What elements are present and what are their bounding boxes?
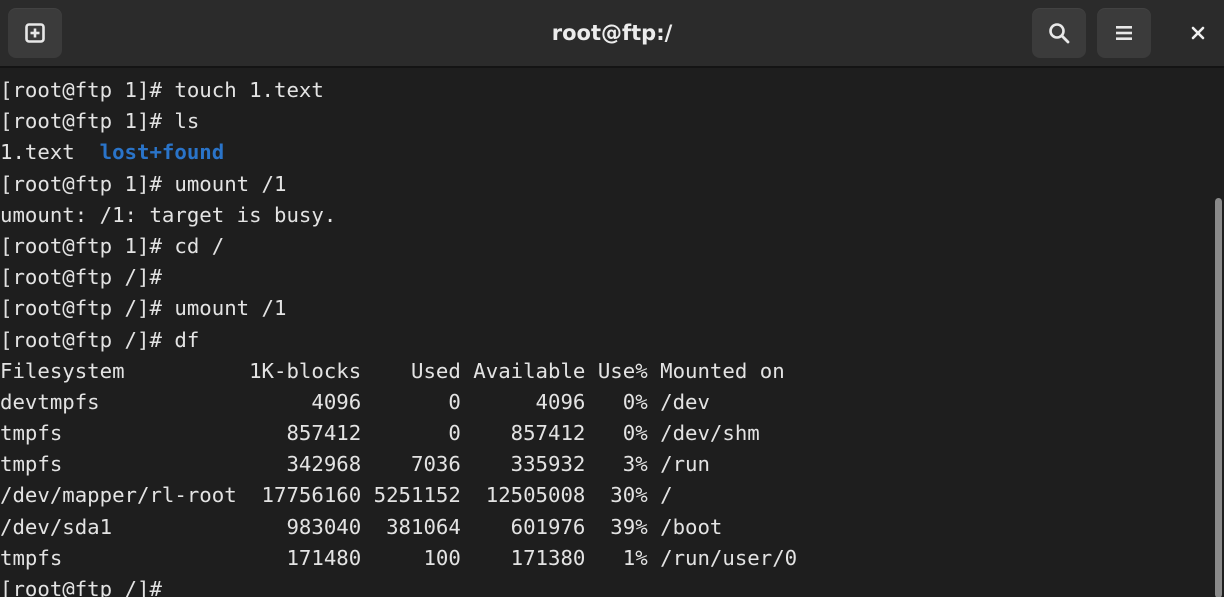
terminal-line: [root@ftp 1]# umount /1 bbox=[0, 171, 287, 196]
terminal-line: umount: /1: target is busy. bbox=[0, 202, 337, 227]
terminal-line: [root@ftp /]# df bbox=[0, 327, 200, 352]
df-row: tmpfs 857412 0 857412 0% /dev/shm bbox=[0, 421, 760, 446]
df-row: /dev/mapper/rl-root 17756160 5251152 125… bbox=[0, 483, 673, 508]
terminal-line: 1.text lost+found bbox=[0, 137, 1212, 168]
new-tab-button[interactable] bbox=[8, 8, 62, 58]
ls-file-entry: 1.text bbox=[0, 140, 100, 165]
close-button[interactable] bbox=[1176, 8, 1220, 58]
menu-button[interactable] bbox=[1097, 8, 1151, 58]
terminal-window: root@ftp:/ [root@ftp 1]# touch 1.text [r… bbox=[0, 0, 1224, 597]
df-row: tmpfs 171480 100 171380 1% /run/user/0 bbox=[0, 545, 798, 570]
ls-directory-entry: lost+found bbox=[99, 140, 225, 165]
scrollbar[interactable] bbox=[1212, 70, 1224, 597]
df-row: /dev/sda1 983040 381064 601976 39% /boot bbox=[0, 514, 723, 539]
scrollbar-thumb[interactable] bbox=[1215, 198, 1222, 597]
terminal-line: [root@ftp 1]# touch 1.text bbox=[0, 78, 324, 102]
df-header-line: Filesystem 1K-blocks Used Available Use%… bbox=[0, 358, 785, 383]
search-button[interactable] bbox=[1032, 8, 1086, 58]
header-bar: root@ftp:/ bbox=[0, 0, 1224, 68]
terminal-line: [root@ftp /]# umount /1 bbox=[0, 296, 287, 321]
df-row: tmpfs 342968 7036 335932 3% /run bbox=[0, 452, 710, 477]
terminal-line: [root@ftp /]# bbox=[0, 265, 162, 290]
terminal-prompt-line: [root@ftp /]# bbox=[0, 577, 162, 597]
terminal-output[interactable]: [root@ftp 1]# touch 1.text [root@ftp 1]#… bbox=[0, 70, 1212, 597]
terminal-line: [root@ftp 1]# cd / bbox=[0, 233, 225, 258]
df-row: devtmpfs 4096 0 4096 0% /dev bbox=[0, 389, 710, 414]
terminal-line: [root@ftp 1]# ls bbox=[0, 109, 200, 134]
